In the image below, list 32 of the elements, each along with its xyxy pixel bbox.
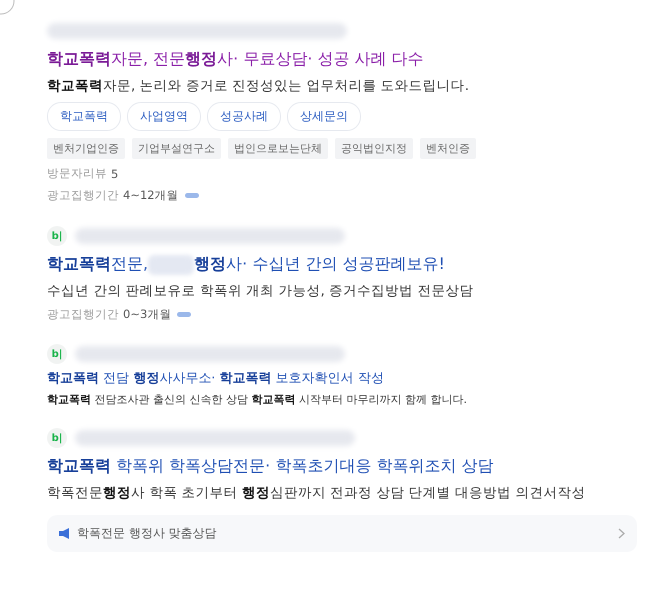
ad-title-link[interactable]: 행정사· 수십년 간의 성공판례보유! [194,254,445,275]
ad-title-link[interactable]: 학교폭력 학폭위 학폭상담전문· 학폭초기대응 학폭위조치 상담 [47,456,494,477]
chevron-icon [618,528,625,539]
meta-label: 광고집행기간 [47,307,119,322]
meta-value: 5 [111,166,118,180]
ad-description: 수십년 간의 판례보유로 학폭위 개최 가능성, 증거수집방법 전문상담 [47,283,474,299]
sitelink-chip[interactable]: 사업영역 [127,102,201,131]
consult-link-text: 학폭전문 행정사 맞춤상담 [77,525,217,542]
certification-tag: 기업부설연구소 [132,138,221,159]
meta-label: 광고집행기간 [47,188,119,203]
ad-title-link[interactable]: 학교폭력전문, [47,254,148,275]
site-logo: b| [47,428,67,448]
certification-tag: 벤처인증 [420,138,476,159]
sitelink-chip[interactable]: 상세문의 [287,102,361,131]
meta-label: 방문자리뷰 [47,166,107,181]
ad-description: 학교폭력자문, 논리와 증거로 진정성있는 업무처리를 도와드립니다. [47,78,470,94]
site-logo: b| [47,344,67,364]
ad-description: 학폭전문행정사 학폭 초기부터 행정심판까지 전과정 상담 단계별 대응방법 의견서작성 [47,485,586,501]
certification-tag: 공익법인지정 [335,138,413,159]
meta-value: 0~3개월 [123,307,192,322]
megaphone-icon [59,528,71,539]
ad-description: 학교폭력 전담조사관 출신의 신속한 상담 학교폭력 시작부터 마무리까지 함께 합니다. [47,393,467,406]
blurred-text [148,254,194,274]
ad-title-link[interactable]: 학교폭력 전담 행정사사무소· 학교폭력 보호자확인서 작성 [47,369,384,387]
site-logo: b| [47,226,67,246]
ad-title-link[interactable]: 학교폭력자문, 전문행정사· 무료상담· 성공 사례 다수 [47,49,424,70]
certification-tag: 법인으로보는단체 [228,138,328,159]
meta-value: 4~12개월 [123,188,199,203]
certification-tag: 벤처기업인증 [47,138,125,159]
consult-link[interactable]: 학폭전문 행정사 맞춤상담 [47,515,637,552]
sitelink-chip[interactable]: 학교폭력 [47,102,121,131]
sitelink-chip[interactable]: 성공사례 [207,102,281,131]
